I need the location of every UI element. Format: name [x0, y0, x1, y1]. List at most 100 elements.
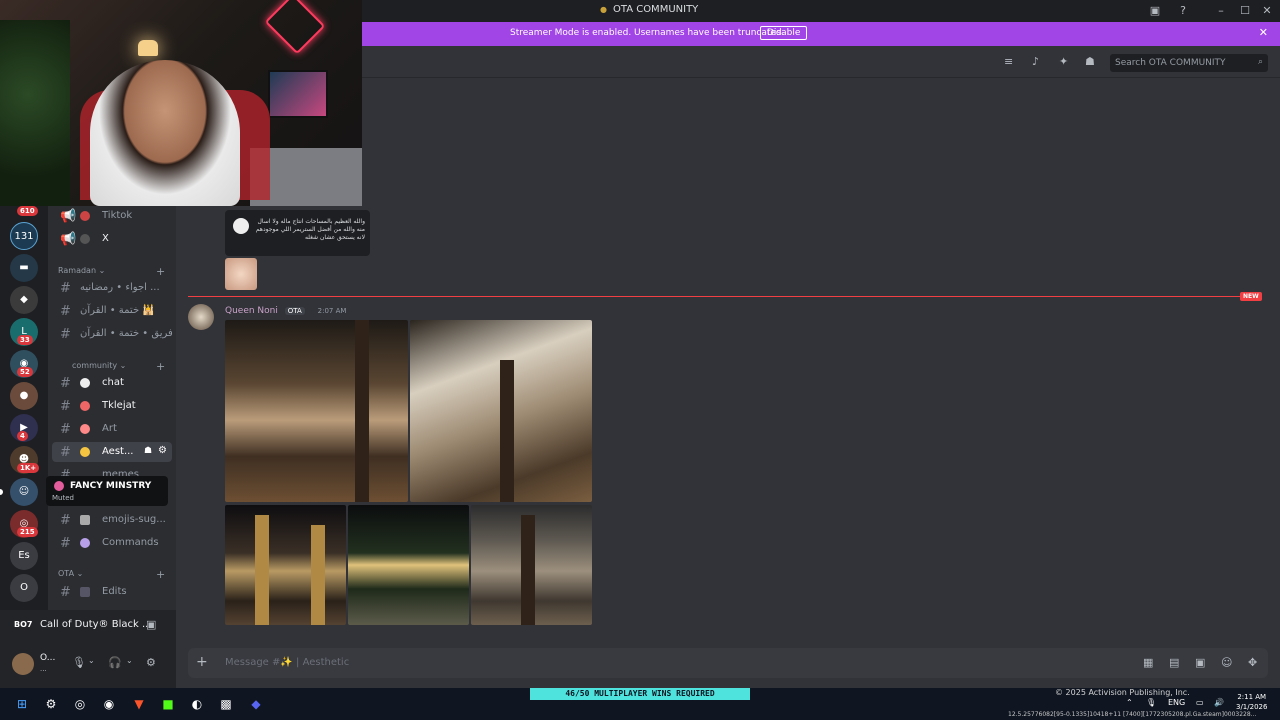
settings-gear-icon[interactable]: ⚙	[158, 445, 167, 456]
image-thumbnail[interactable]	[225, 258, 257, 290]
channel-emoji	[80, 587, 90, 597]
system-clock[interactable]: 2:11 AM 3/1/2026	[1236, 692, 1267, 712]
channel-commands[interactable]: # Commands	[52, 533, 172, 553]
attachment-image[interactable]	[348, 505, 469, 625]
brave-browser-icon[interactable]: ▼	[131, 696, 147, 712]
add-channel-icon[interactable]: +	[156, 568, 165, 581]
streamer-mode-banner: Streamer Mode is enabled. Usernames have…	[362, 22, 1280, 46]
inbox-icon[interactable]: ▣	[1146, 2, 1164, 20]
call-of-duty-icon[interactable]: ▩	[218, 696, 234, 712]
notification-bell-muted-icon[interactable]: ♪	[1032, 55, 1039, 68]
channel-emoji	[80, 211, 90, 221]
channel-tklejat[interactable]: # Tklejat	[52, 396, 172, 416]
channel-ramadan-1[interactable]: # اجواء • رمضانيه ...	[52, 278, 172, 298]
app-icon[interactable]: ◉	[101, 696, 117, 712]
chevron-down-icon[interactable]: ⌄	[88, 656, 95, 665]
server-icon[interactable]: ◆	[10, 286, 38, 314]
monitor	[268, 70, 328, 118]
start-button-icon[interactable]: ⊞	[14, 696, 30, 712]
hash-icon: #	[60, 304, 71, 319]
channel-tiktok[interactable]: 📢 Tiktok	[52, 206, 172, 226]
sticker-icon[interactable]: ▣	[1195, 656, 1205, 669]
pin-icon[interactable]: ✦	[1059, 55, 1068, 68]
server-tag[interactable]: OTA	[284, 307, 305, 315]
add-channel-icon[interactable]: +	[156, 265, 165, 278]
channel-aesthetic[interactable]: # Aest... ☗ ⚙	[52, 442, 172, 462]
game-icon: BO7	[14, 620, 33, 629]
server-icon[interactable]: 131	[10, 222, 38, 250]
close-window-button[interactable]: ✕	[1258, 2, 1276, 20]
hash-icon: #	[60, 281, 71, 296]
discord-icon[interactable]: ◆	[248, 696, 264, 712]
microphone-icon[interactable]: 🎙	[72, 656, 86, 669]
attachment-image[interactable]	[225, 320, 408, 502]
user-status: ...	[40, 665, 47, 673]
channel-ramadan-2[interactable]: # ختمة • القرآن 🕌	[52, 301, 172, 321]
member-list-icon[interactable]: ☗	[1085, 55, 1095, 68]
steam-icon[interactable]: ◐	[189, 696, 205, 712]
close-banner-icon[interactable]: ✕	[1259, 26, 1268, 39]
invite-icon[interactable]: ☗	[144, 446, 152, 456]
chevron-down-icon[interactable]: ⌄	[126, 656, 133, 665]
streamer	[90, 60, 240, 206]
activity-panel[interactable]: BO7 Call of Duty® Black ... ▣	[0, 610, 176, 642]
gift-icon[interactable]: ▦	[1143, 656, 1153, 669]
attachment-image[interactable]	[471, 505, 592, 625]
palm-trunk	[255, 515, 269, 625]
category-community[interactable]: community ⌄ +	[58, 360, 165, 373]
chevron-up-icon[interactable]: ⌃	[1126, 698, 1133, 707]
user-panel: O... ... 🎙 ⌄ 🎧 ⌄ ⚙	[0, 642, 176, 688]
maximize-button[interactable]: ☐	[1236, 2, 1254, 20]
channel-art[interactable]: # Art	[52, 419, 172, 439]
category-ota[interactable]: OTA ⌄ +	[58, 568, 165, 581]
user-settings-gear-icon[interactable]: ⚙	[146, 656, 156, 669]
headphones-icon[interactable]: 🎧	[108, 656, 122, 669]
volume-icon[interactable]: 🔊	[1214, 698, 1224, 707]
channel-emoji	[80, 424, 90, 434]
add-channel-icon[interactable]: +	[156, 360, 165, 373]
server-icon-es[interactable]: Es	[10, 542, 38, 570]
screen-share-icon[interactable]: ▣	[146, 618, 156, 631]
disable-streamer-mode-button[interactable]: Disable	[760, 26, 808, 40]
channel-emoji	[80, 515, 90, 525]
category-ramadan[interactable]: Ramadan ⌄ +	[58, 265, 165, 278]
server-icon[interactable]: ▬	[10, 254, 38, 282]
language-indicator[interactable]: ENG	[1168, 698, 1185, 707]
message-author[interactable]: Queen Noni	[225, 306, 278, 316]
help-icon[interactable]: ?	[1174, 2, 1192, 20]
emoji-icon[interactable]: ☺	[1221, 656, 1232, 669]
channel-emojis-suggestions[interactable]: # emojis-sug...	[52, 510, 172, 530]
message-composer[interactable]: + Message #✨ | Aesthetic ▦ ▤ ▣ ☺ ✥	[188, 648, 1268, 678]
server-tooltip: FANCY MINSTRY Muted	[46, 476, 168, 506]
embed-avatar	[233, 218, 249, 234]
channel-edits[interactable]: # Edits	[52, 582, 172, 602]
server-icon-o[interactable]: O	[10, 574, 38, 602]
attachment-image[interactable]	[410, 320, 592, 502]
minimize-button[interactable]: –	[1212, 2, 1230, 20]
attachment-image[interactable]	[225, 505, 346, 625]
network-icon[interactable]: ▭	[1196, 698, 1204, 707]
add-attachment-icon[interactable]: +	[196, 654, 208, 670]
channel-ramadan-3[interactable]: # فريق • ختمة • القرآن...	[52, 324, 172, 344]
avatar[interactable]	[12, 653, 34, 675]
announcement-icon: 📢	[60, 232, 77, 247]
server-icon[interactable]: ●	[10, 382, 38, 410]
microphone-icon[interactable]: 🎙	[1146, 698, 1156, 707]
threads-icon[interactable]: ≡	[1004, 55, 1013, 68]
search-input[interactable]: Search OTA COMMUNITY ⌕	[1110, 54, 1268, 72]
search-icon: ⌕	[1257, 57, 1263, 67]
server-icon[interactable]: ☺	[10, 478, 38, 506]
apps-icon[interactable]: ✥	[1248, 656, 1257, 669]
windows-taskbar: ⊞ ⚙ ◎ ◉ ▼ ■ ◐ ▩ ◆ 46/50 MULTIPLAYER WINS…	[0, 688, 1280, 720]
hash-icon: #	[60, 585, 71, 600]
kick-icon[interactable]: ■	[160, 696, 176, 712]
settings-gear-icon[interactable]: ⚙	[43, 696, 59, 712]
obs-icon[interactable]: ◎	[72, 696, 88, 712]
unread-indicator	[0, 489, 3, 495]
channel-emoji	[80, 234, 90, 244]
message-avatar[interactable]	[188, 304, 214, 330]
gif-icon[interactable]: ▤	[1169, 656, 1179, 669]
channel-x[interactable]: 📢 X	[52, 229, 172, 249]
previous-embed[interactable]: والله العظيم بالمساحات انتاج ماله ولا اس…	[225, 210, 370, 256]
channel-chat[interactable]: # chat	[52, 373, 172, 393]
